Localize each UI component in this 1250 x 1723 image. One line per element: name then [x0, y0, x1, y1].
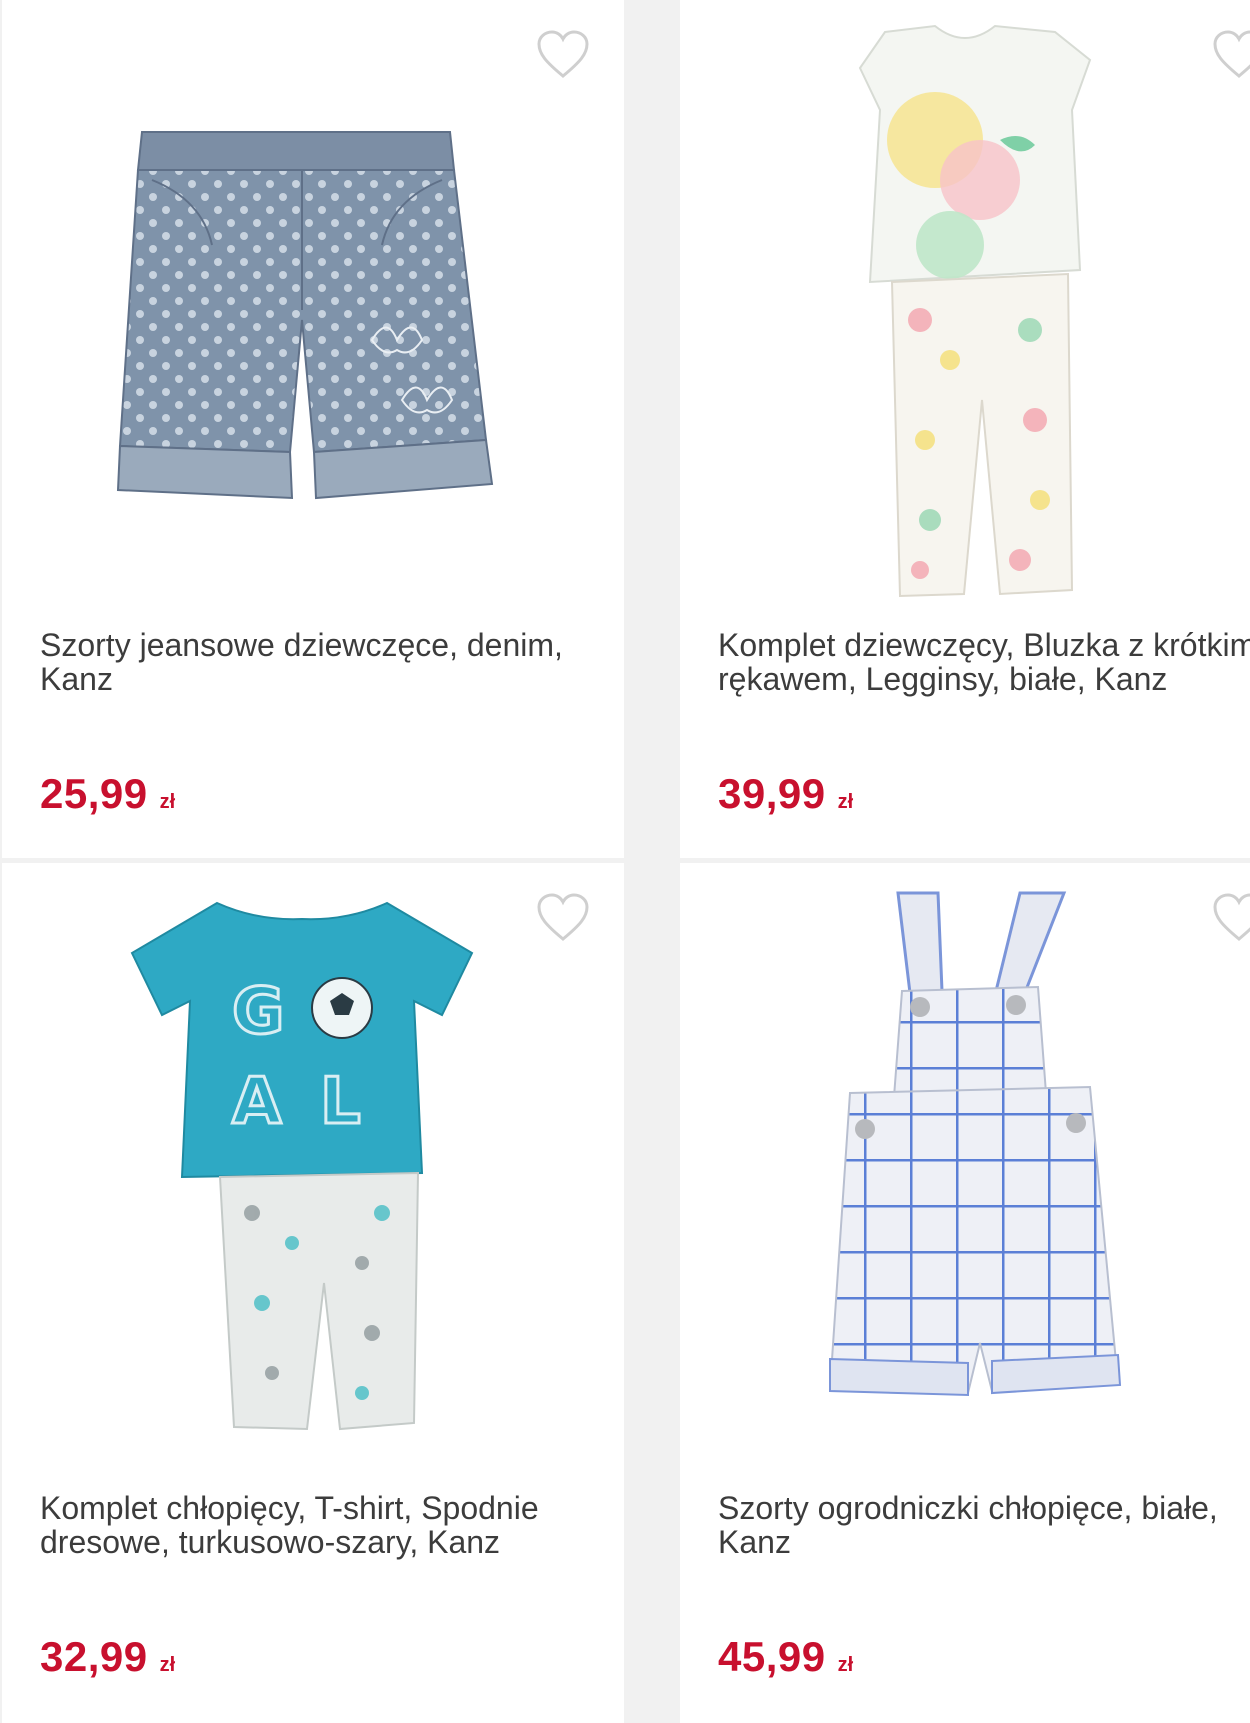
product-card[interactable]: Szorty ogrodniczki chłopięce, białe, Kan…: [680, 863, 1250, 1723]
product-price: 32,99 zł: [40, 1633, 175, 1681]
product-grid: Szorty jeansowe dziewczęce, denim, Kanz …: [0, 0, 1250, 1723]
price-amount: 25,99: [40, 770, 148, 817]
price-currency: zł: [837, 791, 854, 813]
product-title[interactable]: Komplet chłopięcy, T-shirt, Spodnie dres…: [40, 1491, 600, 1559]
product-price: 39,99 zł: [718, 770, 853, 818]
product-card[interactable]: Szorty jeansowe dziewczęce, denim, Kanz …: [2, 0, 624, 858]
product-image[interactable]: [2, 20, 624, 610]
svg-text:L: L: [320, 1065, 361, 1139]
price-currency: zł: [159, 1654, 176, 1676]
product-card[interactable]: G A L Komplet chłopięcy, T-shirt, Spodni…: [2, 863, 624, 1723]
product-image[interactable]: G A L: [2, 883, 624, 1473]
price-amount: 32,99: [40, 1633, 148, 1680]
price-amount: 45,99: [718, 1633, 826, 1680]
product-image[interactable]: [680, 20, 1250, 610]
product-title[interactable]: Komplet dziewczęcy, Bluzka z krótkim ręk…: [718, 628, 1250, 696]
product-price: 45,99 zł: [718, 1633, 853, 1681]
product-title[interactable]: Szorty ogrodniczki chłopięce, białe, Kan…: [718, 1491, 1250, 1559]
svg-text:A: A: [232, 1065, 282, 1139]
price-amount: 39,99: [718, 770, 826, 817]
price-currency: zł: [159, 791, 176, 813]
product-title[interactable]: Szorty jeansowe dziewczęce, denim, Kanz: [40, 628, 600, 696]
product-image[interactable]: [680, 883, 1250, 1473]
product-price: 25,99 zł: [40, 770, 175, 818]
svg-text:G: G: [232, 975, 285, 1049]
product-card[interactable]: Komplet dziewczęcy, Bluzka z krótkim ręk…: [680, 0, 1250, 858]
price-currency: zł: [837, 1654, 854, 1676]
